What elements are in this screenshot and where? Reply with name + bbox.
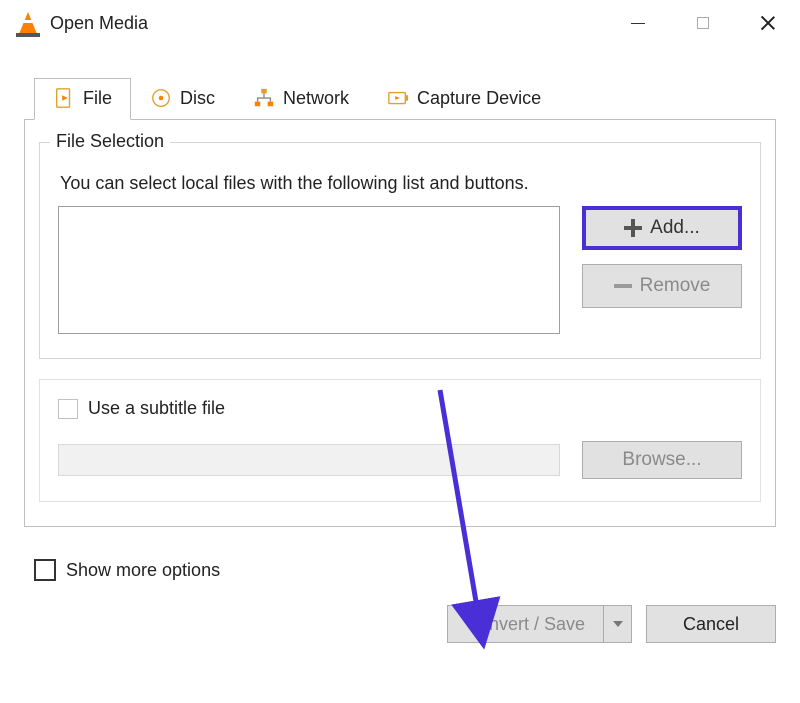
tab-strip: File Disc Network Capture Device xyxy=(34,78,800,120)
chevron-down-icon xyxy=(613,621,623,627)
file-selection-group: File Selection You can select local file… xyxy=(39,142,761,359)
convert-save-dropdown[interactable] xyxy=(604,605,632,643)
tab-capture-label: Capture Device xyxy=(417,88,541,109)
close-icon xyxy=(760,15,776,31)
remove-button-label: Remove xyxy=(640,275,711,297)
minimize-icon xyxy=(631,23,645,24)
main-panel: File Selection You can select local file… xyxy=(24,119,776,527)
convert-save-label: Convert / Save xyxy=(466,614,585,635)
title-bar: Open Media xyxy=(0,0,800,46)
subtitle-checkbox-label: Use a subtitle file xyxy=(88,398,225,419)
more-options-row: Show more options xyxy=(34,559,776,581)
file-selection-helper: You can select local files with the foll… xyxy=(60,173,742,194)
remove-button[interactable]: Remove xyxy=(582,264,742,308)
more-options-label: Show more options xyxy=(66,560,220,581)
vlc-cone-icon xyxy=(18,9,38,37)
minus-icon xyxy=(614,284,632,288)
convert-save-button[interactable]: Convert / Save xyxy=(447,605,604,643)
file-selection-legend: File Selection xyxy=(50,131,170,152)
tab-network[interactable]: Network xyxy=(234,78,368,120)
add-button-label: Add... xyxy=(650,217,700,239)
maximize-button[interactable] xyxy=(670,0,735,46)
subtitle-path-input[interactable] xyxy=(58,444,560,476)
tab-capture[interactable]: Capture Device xyxy=(368,78,560,120)
cancel-button[interactable]: Cancel xyxy=(646,605,776,643)
window-controls xyxy=(605,0,800,46)
disc-icon xyxy=(150,87,172,109)
close-button[interactable] xyxy=(735,0,800,46)
file-icon xyxy=(53,87,75,109)
minimize-button[interactable] xyxy=(605,0,670,46)
tab-network-label: Network xyxy=(283,88,349,109)
maximize-icon xyxy=(697,17,709,29)
cancel-button-label: Cancel xyxy=(683,614,739,635)
dialog-actions: Convert / Save Cancel xyxy=(0,605,776,643)
tab-disc-label: Disc xyxy=(180,88,215,109)
tab-file-label: File xyxy=(83,88,112,109)
tab-file[interactable]: File xyxy=(34,78,131,120)
convert-save-split-button: Convert / Save xyxy=(447,605,632,643)
tab-disc[interactable]: Disc xyxy=(131,78,234,120)
browse-button-label: Browse... xyxy=(622,449,701,471)
capture-icon xyxy=(387,87,409,109)
network-icon xyxy=(253,87,275,109)
browse-button[interactable]: Browse... xyxy=(582,441,742,479)
plus-icon xyxy=(624,219,642,237)
file-list[interactable] xyxy=(58,206,560,334)
more-options-checkbox[interactable] xyxy=(34,559,56,581)
add-button[interactable]: Add... xyxy=(582,206,742,250)
subtitle-checkbox[interactable] xyxy=(58,399,78,419)
subtitle-group: Use a subtitle file Browse... xyxy=(39,379,761,502)
window-title: Open Media xyxy=(50,13,148,34)
